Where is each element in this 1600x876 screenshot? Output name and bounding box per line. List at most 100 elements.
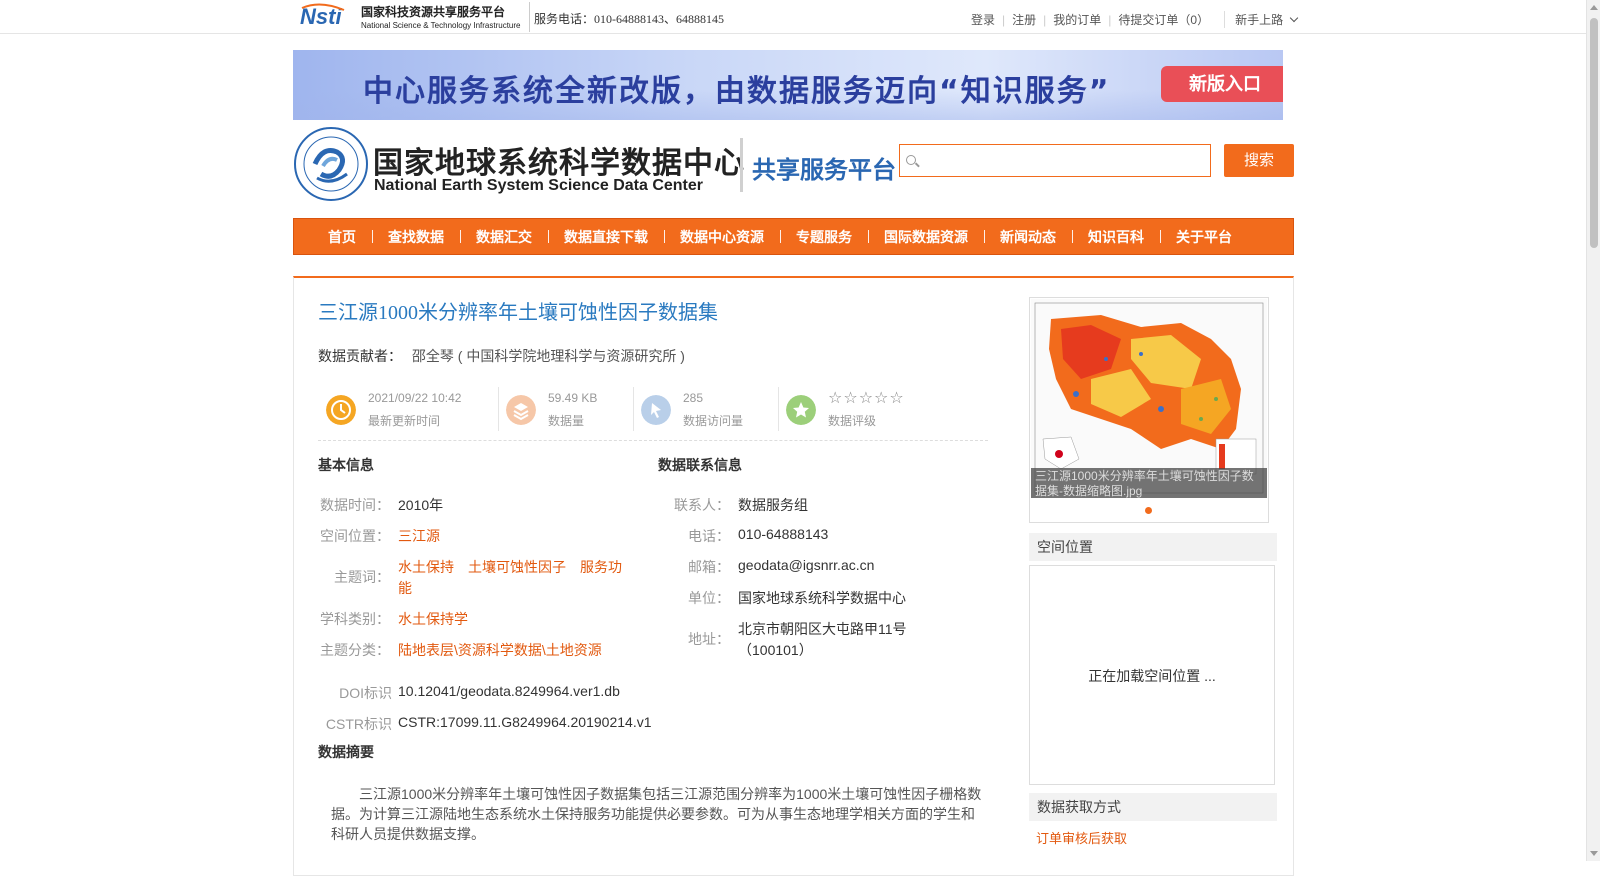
contact-unit-label: 单位： (688, 590, 730, 606)
login-link[interactable]: 登录 (964, 11, 1002, 28)
star-icon (786, 395, 816, 425)
nav-direct-download[interactable]: 数据直接下载 (548, 227, 664, 247)
category-row: 主题分类： 陆地表层\资源科学数据\土地资源 (318, 640, 602, 660)
banner-text: 中心服务系统全新改版，由数据服务迈向“知识服务” (363, 74, 1111, 109)
nav-find-data[interactable]: 查找数据 (372, 227, 460, 247)
newbie-dropdown[interactable]: 新手上路 (1224, 11, 1299, 28)
data-time-label: 数据时间： (320, 497, 390, 513)
contact-address-value: 北京市朝阳区大屯路甲11号（100101） (738, 621, 907, 658)
my-orders-link[interactable]: 我的订单 (1046, 11, 1108, 28)
space-label: 空间位置： (320, 528, 390, 544)
nav-home[interactable]: 首页 (312, 227, 372, 247)
contact-person-value: 数据服务组 (738, 497, 808, 513)
contact-email-label: 邮箱： (688, 559, 730, 575)
contact-phone-row: 电话： 010-64888143 (658, 526, 828, 546)
data-center-emblem-icon[interactable] (293, 126, 369, 202)
contributor-value: 邵全琴 ( 中国科学院地理科学与资源研究所 ) (411, 348, 685, 364)
doi-value: 10.12041/geodata.8249964.ver1.db (398, 683, 620, 699)
category-link[interactable]: 陆地表层\资源科学数据\土地资源 (398, 640, 602, 660)
nav-topic-services[interactable]: 专题服务 (780, 227, 868, 247)
space-position-heading: 空间位置 (1029, 533, 1277, 561)
dataset-title: 三江源1000米分辨率年土壤可蚀性因子数据集 (318, 302, 718, 324)
main-nav: 首页 查找数据 数据汇交 数据直接下载 数据中心资源 专题服务 国际数据资源 新… (293, 218, 1294, 255)
topbar-divider (529, 2, 530, 32)
new-version-button[interactable]: 新版入口 (1161, 66, 1283, 102)
stat-value: 2021/09/22 10:42 (368, 391, 462, 405)
contact-person-label: 联系人： (674, 497, 730, 513)
contact-unit-row: 单位： 国家地球系统科学数据中心 (658, 588, 906, 608)
nav-data-submit[interactable]: 数据汇交 (460, 227, 548, 247)
contact-unit-value: 国家地球系统科学数据中心 (738, 590, 906, 606)
nav-international[interactable]: 国际数据资源 (868, 227, 984, 247)
contact-email-row: 邮箱： geodata@igsnrr.ac.cn (658, 557, 874, 577)
contact-email-value[interactable]: geodata@igsnrr.ac.cn (738, 557, 874, 577)
contact-info-heading: 数据联系信息 (658, 457, 742, 473)
rating-stars[interactable]: ☆☆☆☆☆ (828, 388, 905, 408)
contributor: 数据贡献者： 邵全琴 ( 中国科学院地理科学与资源研究所 ) (318, 346, 685, 366)
space-row: 空间位置： 三江源 (318, 526, 440, 546)
contact-phone-label: 电话： (688, 528, 730, 544)
center-title-cn[interactable]: 国家地球系统科学数据中心 (373, 138, 745, 182)
search-input[interactable] (922, 149, 1202, 173)
newbie-label: 新手上路 (1235, 13, 1284, 27)
data-time-value: 2010年 (398, 497, 444, 513)
data-time-row: 数据时间： 2010年 (318, 495, 443, 515)
stat-visits: 285 数据访问量 (633, 385, 778, 435)
stat-rating: ☆☆☆☆☆ 数据评级 (778, 385, 928, 435)
keyword-link[interactable]: 土壤可蚀性因子 (468, 559, 566, 575)
search-button[interactable]: 搜索 (1224, 144, 1294, 177)
space-map[interactable]: 正在加载空间位置 ... (1029, 565, 1275, 785)
cstr-value: CSTR:17099.11.G8249964.20190214.v1 (398, 714, 652, 730)
logo-divider (740, 138, 743, 192)
access-method-heading: 数据获取方式 (1029, 793, 1277, 821)
scroll-down-icon[interactable] (1590, 851, 1598, 856)
nav-about[interactable]: 关于平台 (1160, 227, 1248, 247)
thumbnail-caption: 三江源1000米分辨率年土壤可蚀性因子数据集-数据缩略图.jpg (1031, 468, 1267, 498)
contact-address-label: 地址： (688, 631, 730, 647)
space-link[interactable]: 三江源 (398, 526, 440, 546)
cstr-row: CSTR标识 CSTR:17099.11.G8249964.20190214.v… (318, 714, 652, 734)
keywords-row: 主题词： 水土保持 土壤可蚀性因子 服务功能 (318, 557, 638, 599)
carousel-dot[interactable] (1145, 507, 1152, 514)
nav-news[interactable]: 新闻动态 (984, 227, 1072, 247)
stat-label: 数据访问量 (683, 414, 744, 428)
search-box[interactable] (899, 144, 1211, 177)
stat-label: 数据量 (548, 414, 585, 428)
contact-phone-value: 010-64888143 (738, 526, 829, 542)
stat-label: 数据评级 (828, 414, 877, 428)
keywords-label: 主题词： (334, 569, 390, 585)
stat-size: 59.49 KB 数据量 (498, 385, 633, 435)
platform-name: 共享服务平台 (752, 157, 896, 184)
cstr-label: CSTR标识 (325, 716, 392, 732)
scroll-up-icon[interactable] (1590, 5, 1598, 10)
basic-info-heading: 基本信息 (318, 457, 374, 473)
subject-link[interactable]: 水土保持学 (398, 609, 468, 629)
subject-label: 学科类别： (320, 611, 390, 627)
stat-label: 最新更新时间 (368, 414, 441, 428)
contact-person-row: 联系人： 数据服务组 (658, 495, 808, 515)
contact-address-row: 地址： 北京市朝阳区大屯路甲11号（100101） (658, 619, 948, 661)
layers-icon (506, 395, 536, 425)
promo-banner[interactable]: 中心服务系统全新改版，由数据服务迈向“知识服务” 新版入口 (293, 50, 1283, 120)
abstract-heading: 数据摘要 (318, 744, 374, 760)
subject-row: 学科类别： 水土保持学 (318, 609, 468, 629)
thumbnail-carousel[interactable]: 三江源1000米分辨率年土壤可蚀性因子数据集-数据缩略图.jpg (1029, 297, 1269, 523)
keyword-link[interactable]: 水土保持 (398, 559, 454, 575)
chevron-down-icon (1289, 13, 1299, 22)
page-scrollbar[interactable] (1586, 0, 1600, 861)
register-link[interactable]: 注册 (1005, 11, 1043, 28)
doi-label: DOI标识 (339, 685, 392, 701)
top-links: 登录 | 注册 | 我的订单 | 待提交订单（0） 新手上路 (964, 11, 1299, 28)
abstract-text: 三江源1000米分辨率年土壤可蚀性因子数据集包括三江源范围分辨率为1000米土壤… (331, 786, 982, 842)
scroll-thumb[interactable] (1590, 18, 1598, 248)
nav-center-resources[interactable]: 数据中心资源 (664, 227, 780, 247)
pending-orders-link[interactable]: 待提交订单（0） (1111, 11, 1216, 28)
map-loading-text: 正在加载空间位置 ... (1088, 668, 1216, 684)
contributor-label: 数据贡献者： (318, 348, 402, 364)
doi-row: DOI标识 10.12041/geodata.8249964.ver1.db (318, 683, 620, 703)
nav-wiki[interactable]: 知识百科 (1072, 227, 1160, 247)
dataset-stats: 2021/09/22 10:42 最新更新时间 59.49 KB 数据量 285… (318, 385, 988, 441)
nsti-logo[interactable]: Nsti 国家科技资源共享服务平台 National Science & Tec… (300, 2, 528, 32)
access-method-link[interactable]: 订单审核后获取 (1036, 828, 1127, 847)
center-title-en: National Earth System Science Data Cente… (374, 177, 704, 194)
